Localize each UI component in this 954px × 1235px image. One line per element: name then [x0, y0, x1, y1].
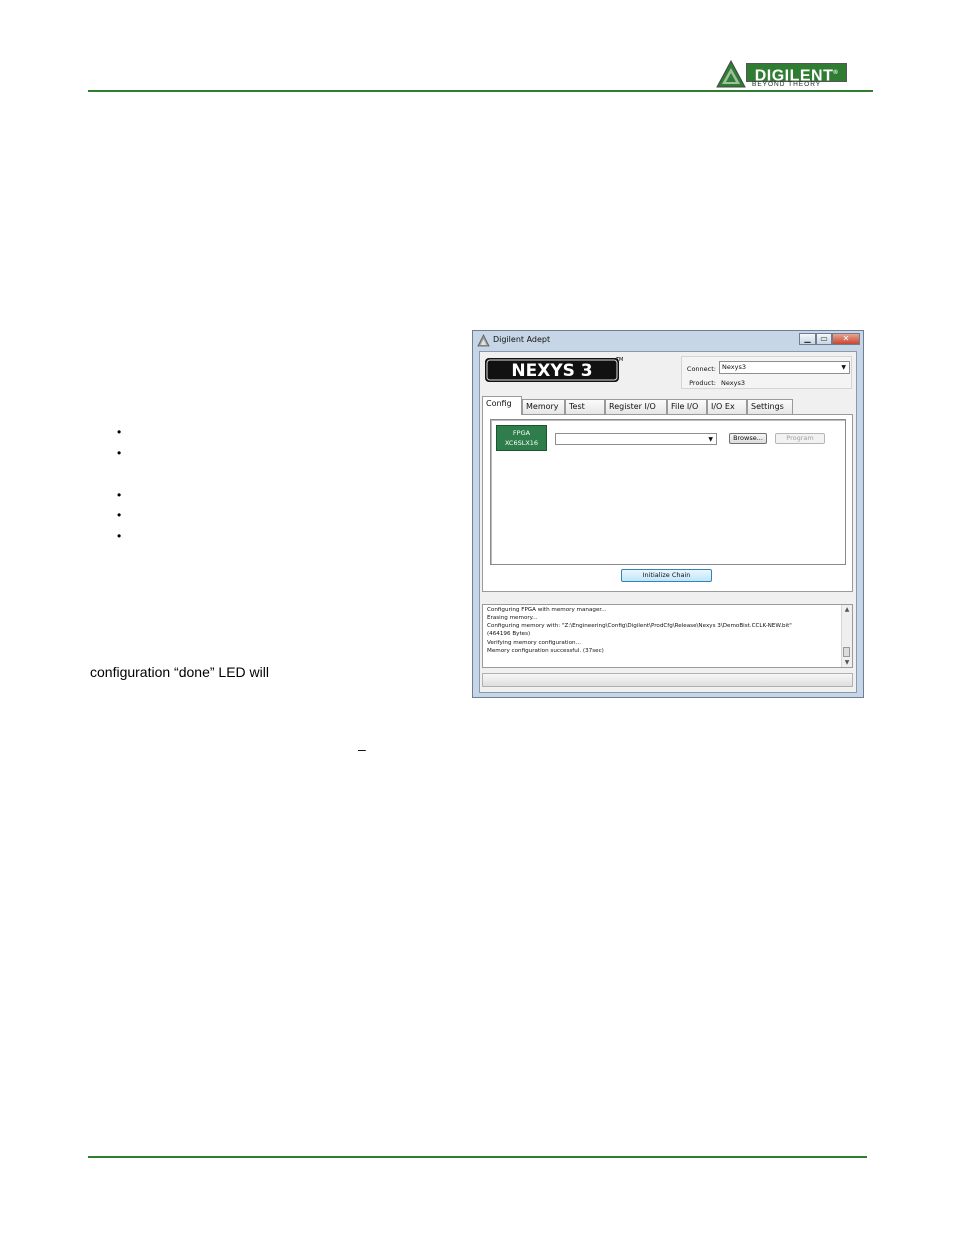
tab-test[interactable]: Test	[565, 399, 605, 414]
window-titlebar[interactable]: Digilent Adept ▁ ▭ ✕	[473, 331, 863, 351]
connect-value: Nexys3	[722, 363, 746, 371]
log-line: Configuring FPGA with memory manager...	[487, 607, 607, 613]
tab-memory[interactable]: Memory	[522, 399, 565, 414]
scroll-up-icon[interactable]: ▲	[842, 606, 852, 613]
close-button[interactable]: ✕	[832, 333, 860, 345]
trademark-mark: TM	[616, 357, 624, 363]
log-line: (464196 Bytes)	[487, 631, 531, 637]
log-line: Verifying memory configuration...	[487, 640, 581, 646]
dropdown-arrow-icon: ▼	[841, 364, 846, 371]
svg-text:NEXYS 3: NEXYS 3	[511, 361, 592, 381]
browse-button[interactable]: Browse...	[729, 433, 767, 444]
connect-select[interactable]: Nexys3 ▼	[719, 361, 850, 374]
device-selector-panel: Connect: Nexys3 ▼ Product: Nexys3	[681, 356, 852, 389]
adept-app-icon	[477, 334, 490, 347]
log-line: Configuring memory with: "Z:\Engineering…	[487, 623, 792, 629]
dash-mark: –	[358, 741, 366, 757]
product-label: Product:	[689, 379, 716, 387]
tab-register-io[interactable]: Register I/O	[605, 399, 667, 414]
body-text-line: configuration “done” LED will	[90, 664, 269, 680]
adept-window: Digilent Adept ▁ ▭ ✕ NEXYS 3 TM Connect:…	[472, 330, 864, 698]
bullet-marker: •	[117, 425, 122, 439]
log-line: Erasing memory...	[487, 615, 538, 621]
product-value: Nexys3	[721, 379, 745, 387]
log-scrollbar[interactable]: ▲ ▼	[841, 605, 852, 667]
tab-file-io[interactable]: File I/O	[667, 399, 707, 414]
nexys3-logo: NEXYS 3	[485, 358, 619, 382]
window-title: Digilent Adept	[493, 335, 551, 344]
bullet-marker: •	[117, 488, 122, 502]
program-button[interactable]: Program	[775, 433, 825, 444]
bullet-marker: •	[117, 529, 122, 543]
status-log[interactable]: Configuring FPGA with memory manager... …	[482, 604, 853, 668]
bullet-marker: •	[117, 446, 122, 460]
scroll-thumb[interactable]	[843, 647, 850, 657]
bitfile-select[interactable]: ▼	[555, 433, 717, 445]
tab-settings[interactable]: Settings	[747, 399, 793, 414]
minimize-button[interactable]: ▁	[799, 333, 816, 345]
progress-bar	[482, 673, 853, 687]
connect-label: Connect:	[686, 365, 716, 373]
dropdown-arrow-icon: ▼	[708, 436, 713, 443]
log-line: Memory configuration successful. (37sec)	[487, 648, 604, 654]
fpga-device-icon[interactable]: FPGA XC6SLX16	[496, 425, 547, 451]
digilent-logo: DIGILENT® BEYOND THEORY	[716, 60, 848, 92]
window-client: NEXYS 3 TM Connect: Nexys3 ▼ Product: Ne…	[479, 351, 857, 693]
tab-config[interactable]: Config	[482, 396, 522, 415]
triangle-logo-icon	[716, 60, 746, 88]
tab-io-ex[interactable]: I/O Ex	[707, 399, 747, 414]
device-part: XC6SLX16	[504, 439, 539, 447]
logo-tagline: BEYOND THEORY	[752, 81, 822, 88]
maximize-button[interactable]: ▭	[816, 333, 832, 345]
footer-rule	[88, 1156, 867, 1158]
scroll-down-icon[interactable]: ▼	[842, 659, 852, 666]
bullet-marker: •	[117, 508, 122, 522]
initialize-chain-button[interactable]: Initialize Chain	[621, 569, 712, 582]
scan-chain-area: FPGA XC6SLX16 ▼ Browse... Program	[490, 419, 846, 565]
device-name: FPGA	[512, 429, 531, 437]
logo-wordmark: DIGILENT®	[746, 63, 847, 84]
config-panel: FPGA XC6SLX16 ▼ Browse... Program Initia…	[482, 414, 853, 592]
